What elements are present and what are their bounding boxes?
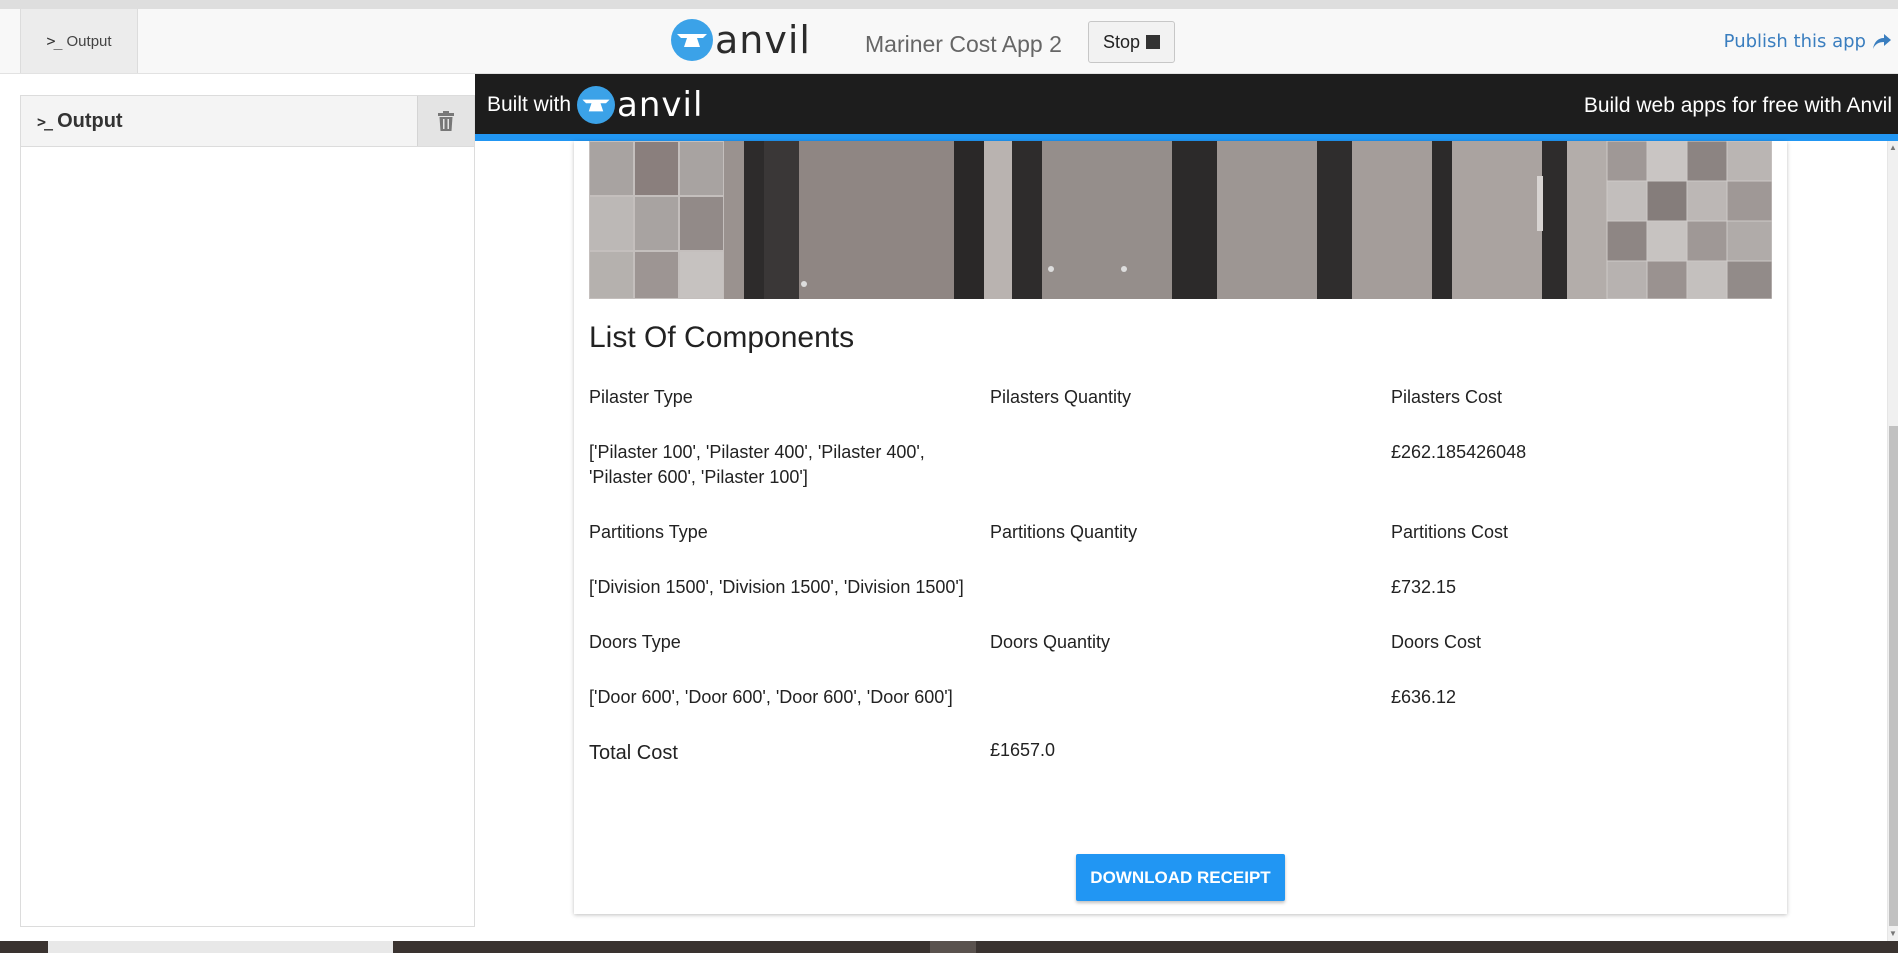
terminal-prompt-icon: >_ [37, 112, 53, 131]
taskbar-segment [48, 941, 393, 953]
pilasters-cost-value: £262.185426048 [1391, 442, 1527, 462]
anvil-logo-text: anvil [715, 18, 811, 62]
output-panel-title-label: Output [57, 110, 123, 132]
partitions-type-value: ['Division 1500', 'Division 1500', 'Divi… [589, 577, 964, 597]
scroll-up-icon[interactable]: ▲ [1889, 143, 1897, 152]
built-with-anvil-banner[interactable]: Built with anvil Build web apps for free… [475, 74, 1898, 141]
stop-square-icon [1146, 35, 1161, 49]
output-panel: >_ Output [20, 95, 475, 927]
clear-output-button[interactable] [417, 96, 474, 146]
anvil-logo-icon [671, 19, 713, 61]
scrollbar-thumb[interactable] [1889, 426, 1898, 926]
stop-button-label: Stop [1102, 31, 1141, 52]
doors-type-value: ['Door 600', 'Door 600', 'Door 600', 'Do… [589, 687, 953, 707]
pilaster-type-value-line1: ['Pilaster 100', 'Pilaster 400', 'Pilast… [589, 442, 925, 462]
output-panel-header: >_ Output [21, 96, 474, 147]
ide-top-bar: >_ Output anvil Mariner Cost App 2 Stop … [0, 0, 1898, 74]
output-toggle-button[interactable]: >_ Output [20, 9, 138, 73]
app-scrollbar[interactable]: ▲ ▼ [1887, 141, 1898, 941]
built-with-label-group: Built with anvil [487, 86, 703, 124]
doors-quantity-header: Doors Quantity [990, 632, 1111, 652]
pilaster-type-value-line2: 'Pilaster 600', 'Pilaster 100'] [589, 467, 808, 487]
publish-app-link[interactable]: Publish this app [1724, 31, 1892, 52]
total-cost-value: £1657.0 [990, 740, 1056, 760]
os-taskbar-strip [0, 941, 1898, 953]
doors-cost-header: Doors Cost [1391, 632, 1482, 652]
partitions-type-header: Partitions Type [589, 522, 708, 542]
total-cost-label: Total Cost [589, 742, 678, 764]
components-card: List Of Components Pilaster Type Pilaste… [574, 141, 1787, 914]
share-arrow-icon [1873, 33, 1891, 49]
trash-icon [438, 111, 454, 131]
scroll-down-icon[interactable]: ▼ [1889, 929, 1897, 938]
output-toggle-label: Output [66, 32, 112, 50]
pilasters-cost-header: Pilasters Cost [1391, 387, 1503, 407]
build-free-link[interactable]: Build web apps for free with Anvil [1584, 94, 1892, 118]
doors-type-header: Doors Type [589, 632, 681, 652]
publish-app-label: Publish this app [1723, 31, 1866, 52]
anvil-logo-text: anvil [617, 85, 704, 125]
taskbar-segment [930, 941, 976, 953]
anvil-logo: anvil [671, 19, 811, 61]
doors-cost-value: £636.12 [1391, 687, 1457, 707]
pilasters-quantity-header: Pilasters Quantity [990, 387, 1132, 407]
banner-anvil-logo: anvil [577, 86, 703, 124]
download-receipt-button[interactable]: DOWNLOAD RECEIPT [1076, 854, 1285, 901]
partitions-quantity-header: Partitions Quantity [990, 522, 1138, 542]
built-with-label: Built with [487, 93, 572, 116]
washroom-cubicles-image [589, 141, 1772, 299]
pilaster-type-header: Pilaster Type [589, 387, 693, 407]
terminal-prompt-icon: >_ [46, 32, 62, 50]
stop-button[interactable]: Stop [1088, 21, 1175, 63]
partitions-cost-value: £732.15 [1391, 577, 1457, 597]
partitions-cost-header: Partitions Cost [1391, 522, 1509, 542]
anvil-logo-icon [577, 86, 616, 124]
components-title: List Of Components [589, 321, 855, 354]
app-name: Mariner Cost App 2 [865, 31, 1062, 57]
output-panel-title: >_ Output [37, 110, 123, 133]
